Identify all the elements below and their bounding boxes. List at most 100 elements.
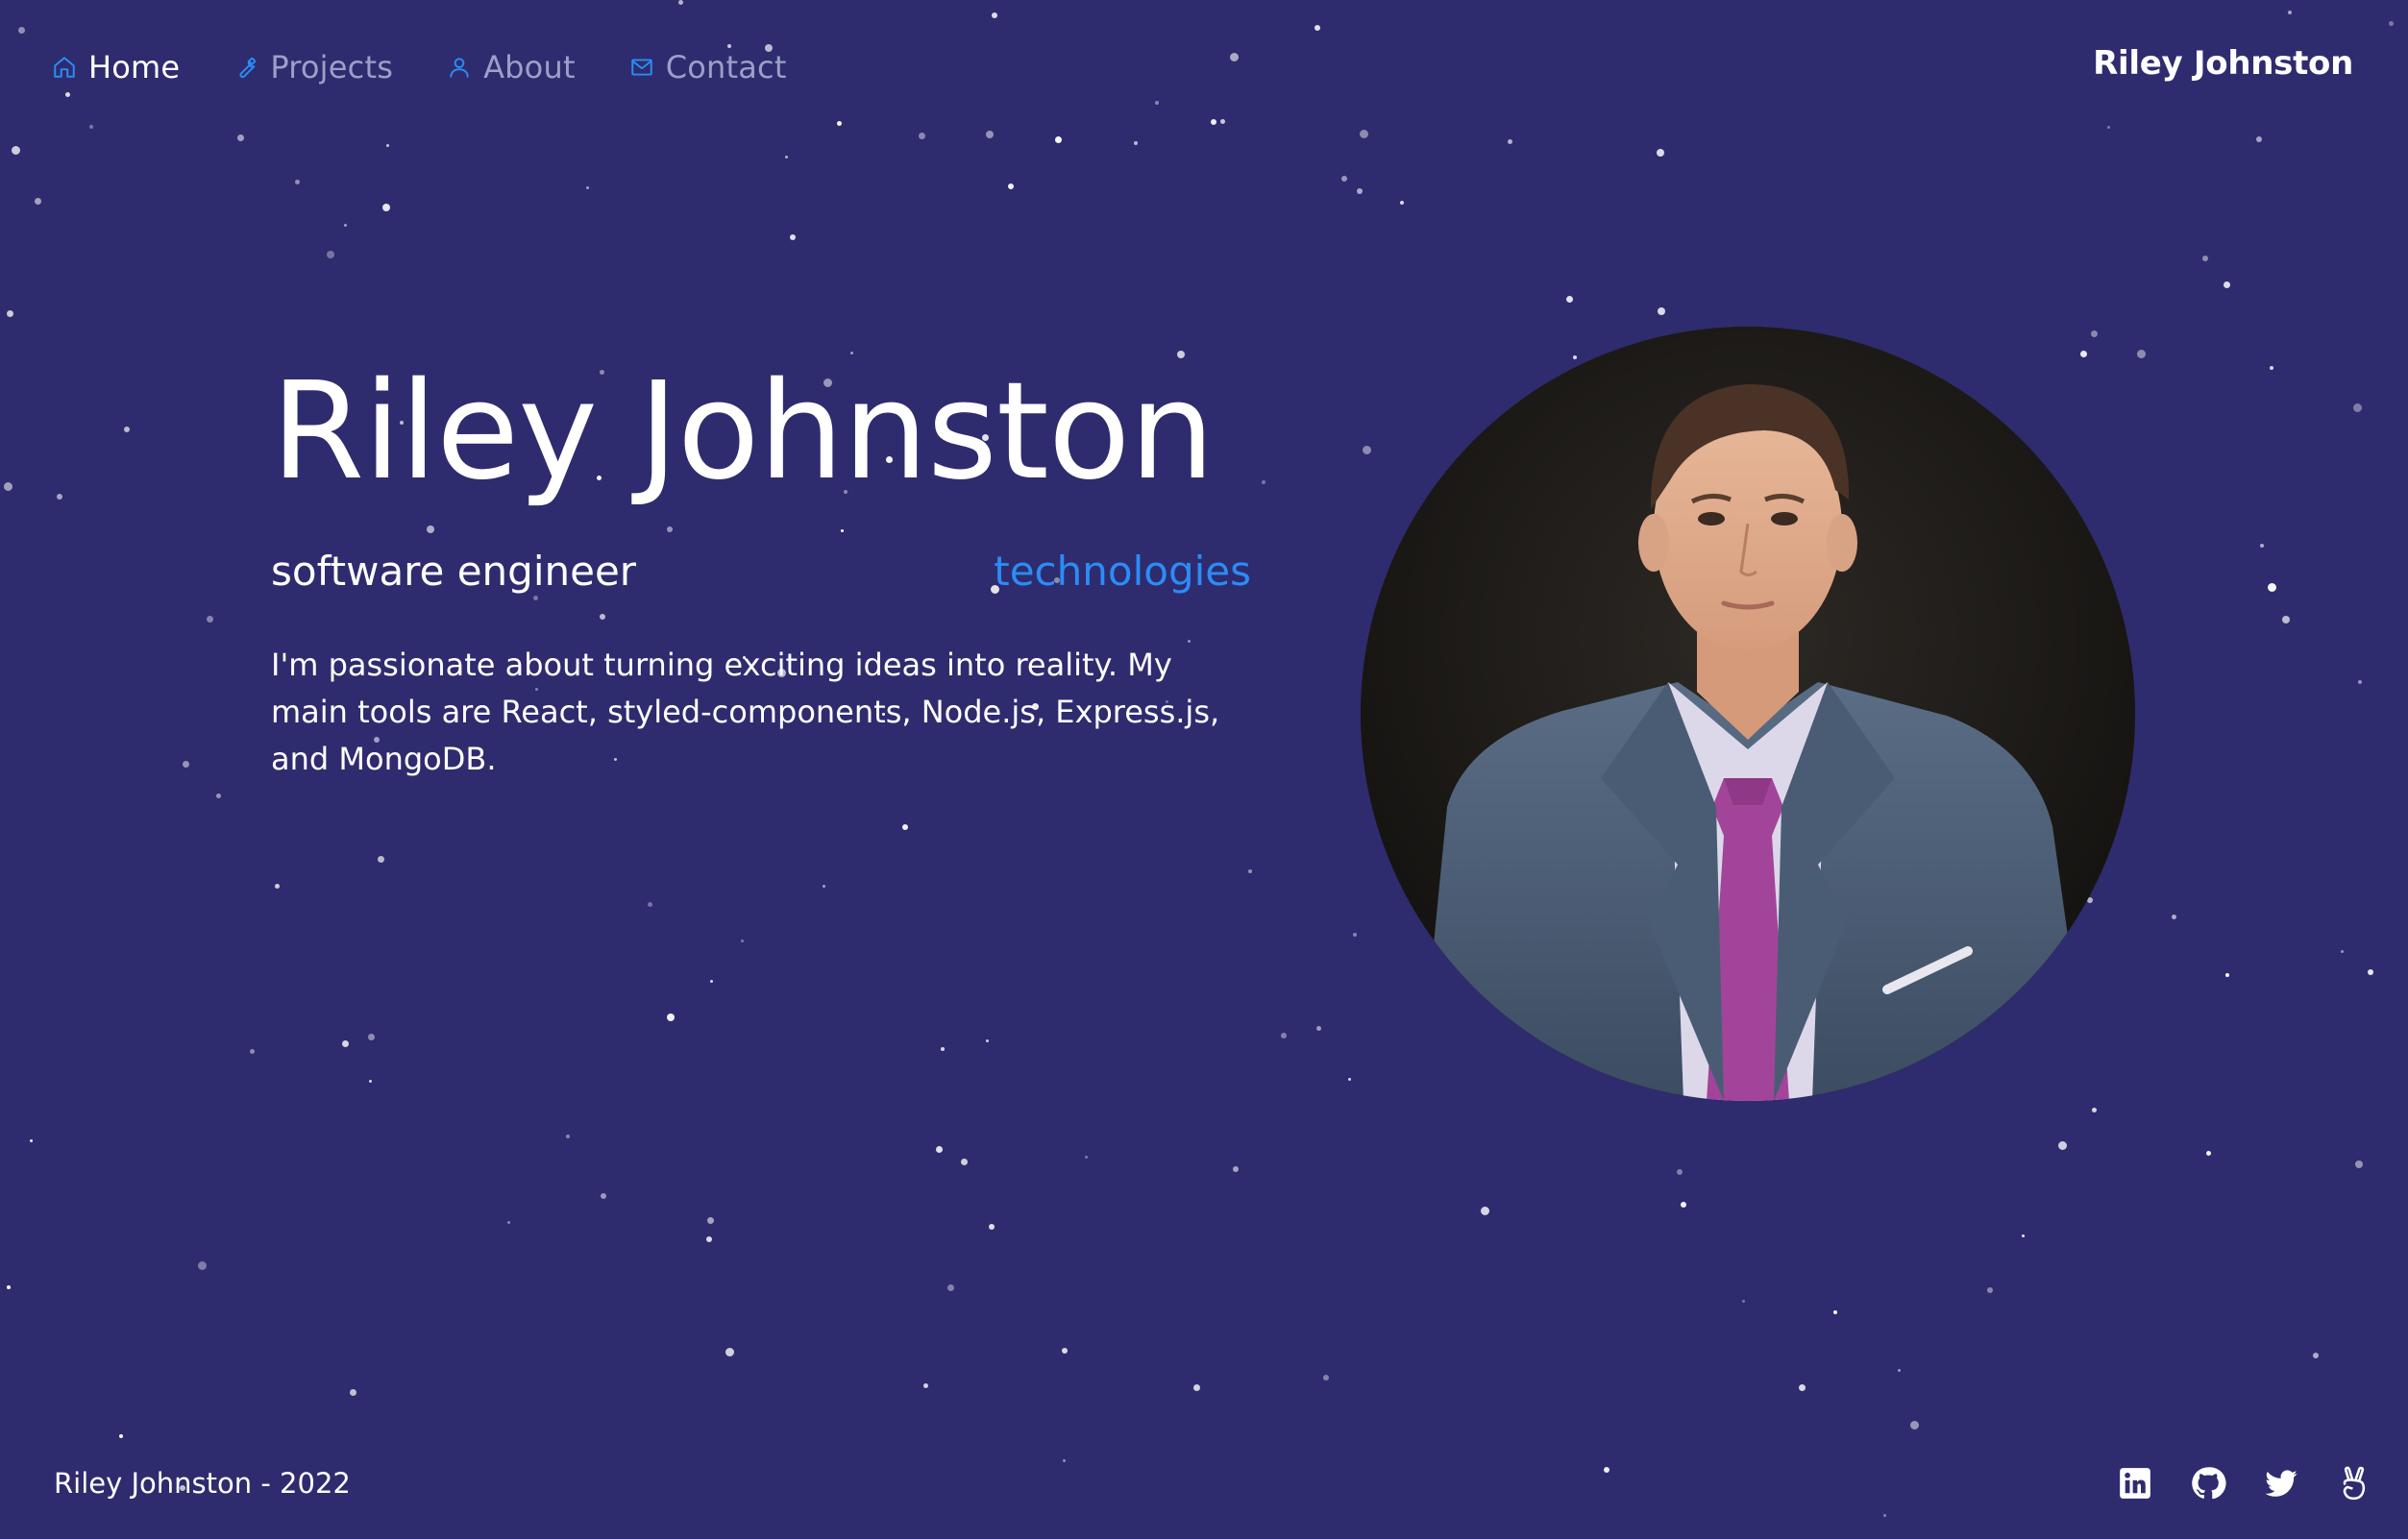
star-dot: [941, 1047, 945, 1051]
star-dot: [1341, 176, 1347, 182]
star-dot: [1604, 1467, 1609, 1473]
star-dot: [2313, 1353, 2319, 1358]
star-dot: [986, 131, 994, 138]
star-dot: [2270, 366, 2273, 370]
star-dot: [1357, 188, 1363, 194]
star-dot: [707, 1217, 714, 1224]
star-dot: [1833, 1310, 1837, 1314]
star-dot: [1233, 1166, 1239, 1172]
star-dot: [2091, 330, 2098, 337]
star-dot: [1910, 1421, 1919, 1429]
star-dot: [275, 884, 280, 889]
star-dot: [1799, 1384, 1806, 1391]
star-dot: [2058, 1141, 2067, 1150]
star-dot: [2355, 1160, 2363, 1168]
star-dot: [586, 186, 589, 189]
star-dot: [2206, 1151, 2211, 1156]
star-dot: [2260, 544, 2264, 548]
nav-projects-label: Projects: [270, 49, 394, 86]
star-dot: [30, 1139, 33, 1142]
hero-role: software engineer: [271, 548, 637, 595]
star-dot: [327, 251, 334, 258]
star-dot: [2137, 350, 2146, 358]
star-dot: [919, 133, 925, 139]
hero-title: Riley Johnston: [271, 354, 1215, 510]
star-dot: [2389, 21, 2394, 26]
star-dot: [1085, 1156, 1088, 1159]
star-dot: [1566, 296, 1573, 303]
profile-photo: [1361, 327, 2135, 1101]
star-dot: [4, 482, 12, 491]
star-dot: [566, 1135, 570, 1138]
star-dot: [678, 0, 683, 5]
star-dot: [710, 980, 713, 983]
wrench-icon: [233, 55, 258, 80]
star-dot: [986, 1039, 989, 1042]
star-dot: [7, 310, 13, 317]
hero-description: I'm passionate about turning exciting id…: [271, 647, 1220, 777]
star-dot: [237, 134, 244, 141]
star-dot: [1316, 1026, 1321, 1031]
star-dot: [1134, 141, 1138, 145]
star-dot: [65, 92, 70, 97]
star-dot: [2172, 915, 2176, 919]
star-dot: [1220, 119, 1225, 124]
star-dot: [1315, 25, 1320, 31]
star-dot: [1677, 1169, 1683, 1175]
star-dot: [35, 198, 41, 205]
star-dot: [382, 204, 390, 211]
github-icon[interactable]: [2189, 1464, 2227, 1502]
star-dot: [2225, 973, 2229, 977]
star-dot: [119, 1434, 123, 1438]
star-dot: [1062, 1348, 1068, 1354]
nav-about[interactable]: About: [447, 49, 576, 86]
star-dot: [1323, 1375, 1329, 1380]
angellist-icon[interactable]: [2335, 1464, 2373, 1502]
star-dot: [57, 494, 62, 500]
star-dot: [12, 146, 20, 155]
star-dot: [2288, 11, 2292, 14]
nav-home[interactable]: Home: [52, 49, 180, 86]
technologies-link[interactable]: technologies: [994, 548, 1251, 595]
star-dot: [1248, 869, 1252, 873]
nav-contact-label: Contact: [665, 49, 787, 86]
star-dot: [837, 121, 842, 126]
twitter-icon[interactable]: [2262, 1464, 2300, 1502]
star-dot: [368, 1034, 375, 1040]
star-dot: [2092, 1108, 2097, 1112]
nav-projects[interactable]: Projects: [233, 49, 393, 86]
star-dot: [2268, 583, 2276, 592]
brand-name[interactable]: Riley Johnston: [2093, 44, 2353, 83]
star-dot: [785, 156, 788, 159]
star-dot: [741, 940, 744, 942]
star-dot: [1681, 1202, 1686, 1208]
nav-home-label: Home: [88, 49, 181, 86]
star-dot: [1348, 1078, 1351, 1081]
star-dot: [386, 144, 389, 147]
star-dot: [947, 1284, 954, 1291]
star-dot: [1055, 136, 1062, 143]
nav-contact[interactable]: Contact: [629, 49, 787, 86]
star-dot: [2341, 950, 2344, 953]
star-dot: [1211, 119, 1216, 125]
footer-copyright: Riley Johnston - 2022: [54, 1467, 351, 1500]
star-dot: [1573, 355, 1577, 359]
home-icon: [52, 55, 77, 80]
star-dot: [1363, 446, 1371, 454]
star-dot: [725, 1348, 734, 1356]
main-nav: Home Projects About Contact: [52, 46, 841, 88]
star-dot: [1898, 1369, 1901, 1372]
star-dot: [2282, 616, 2290, 623]
star-dot: [1883, 1514, 1886, 1517]
star-dot: [823, 885, 825, 888]
star-dot: [961, 1159, 968, 1165]
user-icon: [447, 55, 472, 80]
star-dot: [2368, 969, 2373, 975]
star-dot: [2256, 136, 2262, 142]
star-dot: [2358, 680, 2362, 684]
linkedin-icon[interactable]: [2116, 1464, 2154, 1502]
star-dot: [1230, 53, 1239, 61]
star-dot: [648, 902, 652, 907]
star-dot: [207, 616, 213, 623]
star-dot: [902, 824, 908, 830]
